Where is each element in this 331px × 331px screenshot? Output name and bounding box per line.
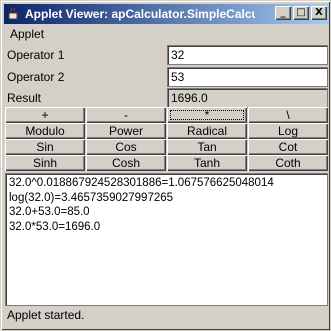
output-line: 32.0+53.0=85.0 xyxy=(9,206,90,218)
applet-panel: Operator 1 32 Operator 2 53 Result 1696.… xyxy=(4,43,329,329)
sinh-button[interactable]: Sinh xyxy=(5,155,85,171)
status-text: Applet started. xyxy=(7,308,85,322)
operation-buttons: + - * \ Modulo Power Radical Log Sin Cos Tan Cot Sin… xyxy=(5,107,328,171)
cosh-button[interactable]: Cosh xyxy=(86,155,166,171)
applet-viewer-window: Applet Viewer: apCalculator.SimpleCalcul… xyxy=(0,0,331,331)
operator1-label: Operator 1 xyxy=(7,48,65,62)
operator2-label: Operator 2 xyxy=(7,70,65,84)
coth-button[interactable]: Coth xyxy=(248,155,328,171)
maximize-button[interactable]: □ xyxy=(293,6,309,20)
minimize-button[interactable]: _ xyxy=(275,6,291,20)
add-button[interactable]: + xyxy=(5,107,85,123)
divide-button[interactable]: \ xyxy=(248,107,328,123)
close-icon: X xyxy=(315,7,323,18)
output-line: 32.0*53.0=1696.0 xyxy=(9,220,101,233)
output-line: log(32.0)=3.4657359027997265 xyxy=(9,191,174,204)
java-cup-icon[interactable] xyxy=(6,6,22,22)
result-label: Result xyxy=(7,91,42,105)
menu-applet[interactable]: Applet xyxy=(10,27,44,41)
output-line: 32.0^0.018867924528301886=1.067576625048… xyxy=(9,177,274,189)
result-field: 1696.0 xyxy=(167,88,328,108)
cot-button[interactable]: Cot xyxy=(248,139,328,155)
operator2-input[interactable]: 53 xyxy=(167,67,328,87)
title-bar[interactable]: Applet Viewer: apCalculator.SimpleCalcul… xyxy=(4,4,329,24)
multiply-button[interactable]: * xyxy=(167,107,247,123)
cos-button[interactable]: Cos xyxy=(86,139,166,155)
operator1-input[interactable]: 32 xyxy=(167,45,328,65)
subtract-button[interactable]: - xyxy=(86,107,166,123)
modulo-button[interactable]: Modulo xyxy=(5,123,85,139)
radical-button[interactable]: Radical xyxy=(167,123,247,139)
minimize-icon: _ xyxy=(280,7,286,18)
power-button[interactable]: Power xyxy=(86,123,166,139)
close-button[interactable]: X xyxy=(311,6,327,20)
log-button[interactable]: Log xyxy=(248,123,328,139)
sin-button[interactable]: Sin xyxy=(5,139,85,155)
tanh-button[interactable]: Tanh xyxy=(167,155,247,171)
window-title: Applet Viewer: apCalculator.SimpleCalcul… xyxy=(25,7,255,21)
menu-bar: Applet xyxy=(4,25,329,43)
maximize-icon: □ xyxy=(296,7,306,18)
output-text-area[interactable]: 32.0^0.018867924528301886=1.067576625048… xyxy=(5,173,328,306)
tan-button[interactable]: Tan xyxy=(167,139,247,155)
